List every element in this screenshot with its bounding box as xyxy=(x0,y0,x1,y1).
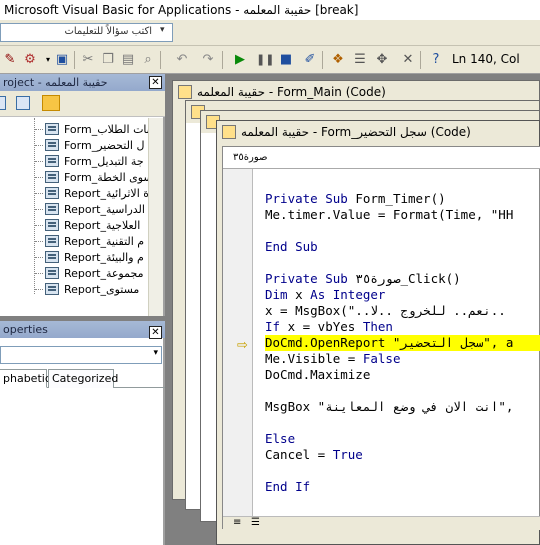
cut-icon[interactable]: ✂ xyxy=(80,52,96,68)
toolbox-icon[interactable]: ✕ xyxy=(400,52,416,68)
chevron-down-icon: ▾ xyxy=(153,348,158,358)
insert-icon[interactable]: ⚙ xyxy=(22,52,38,68)
procedure-view-icon[interactable]: ≡ xyxy=(233,517,241,528)
properties-grid xyxy=(0,389,163,545)
object-browser-icon[interactable]: ✥ xyxy=(374,52,390,68)
close-project-pane-icon[interactable]: ✕ xyxy=(149,76,162,89)
project-tree: Form_بات الطلاب Form_ل التحضير Form_جة ا… xyxy=(0,118,148,316)
save-icon[interactable]: ▣ xyxy=(54,52,70,68)
properties-pane-title: operties xyxy=(0,321,165,338)
view-object-icon[interactable] xyxy=(16,96,30,110)
tree-item-report[interactable]: Report_العلاجية xyxy=(0,218,148,233)
code-horizontal-scrollbar[interactable]: ≡ ☰ xyxy=(223,516,540,530)
cursor-position: Ln 140, Col xyxy=(452,52,520,66)
code-line: Private Sub صورة٣٥_Click() xyxy=(265,271,461,286)
tab-categorized[interactable]: Categorized xyxy=(48,369,118,388)
redo-icon[interactable]: ↷ xyxy=(200,52,216,68)
project-pane-toolbar xyxy=(0,91,165,117)
tree-item-form[interactable]: Form_سوى الخطة xyxy=(0,170,148,185)
paste-icon[interactable]: ▤ xyxy=(120,52,136,68)
code-line: Cancel = True xyxy=(265,447,363,462)
execution-arrow-icon: ⇨ xyxy=(237,338,248,353)
object-dropdown[interactable]: ▾ xyxy=(0,346,162,364)
code-line: If x = vbYes Then xyxy=(265,319,393,334)
design-mode-icon[interactable]: ✐ xyxy=(302,52,318,68)
object-combo[interactable]: صورة٣٥ xyxy=(223,147,540,169)
help-icon[interactable]: ? xyxy=(428,52,444,68)
undo-icon[interactable]: ↶ xyxy=(174,52,190,68)
find-icon[interactable]: ⌕ xyxy=(140,52,156,68)
tree-item-report[interactable]: Report_م التقنية xyxy=(0,234,148,249)
code-line: Else xyxy=(265,431,296,446)
close-properties-pane-icon[interactable]: ✕ xyxy=(149,326,162,339)
tab-alphabetic[interactable]: phabetic xyxy=(0,369,51,388)
run-icon[interactable]: ▶ xyxy=(232,52,248,68)
tree-item-form[interactable]: Form_جة التبديل xyxy=(0,154,148,169)
code-line: Me.timer.Value = Format(Time, "HH xyxy=(265,207,514,222)
properties-pane: operties ✕ ▾ phabetic Categorized xyxy=(0,321,165,545)
code-line: x = MsgBox("..نعم.. للخروج ..لا.. xyxy=(265,303,506,318)
view-code-icon[interactable] xyxy=(0,96,6,110)
ask-question-box[interactable]: اكتب سؤالاً للتعليمات xyxy=(0,23,173,42)
tree-item-report[interactable]: Report_مستوى xyxy=(0,282,148,297)
toggle-folders-icon[interactable] xyxy=(42,95,60,111)
tree-item-form[interactable]: Form_ل التحضير xyxy=(0,138,148,153)
tree-item-report[interactable]: Report_ة الاثرائية xyxy=(0,186,148,201)
copy-icon[interactable]: ❐ xyxy=(100,52,116,68)
tree-item-form[interactable]: Form_بات الطلاب xyxy=(0,122,148,137)
module-icon xyxy=(222,125,236,139)
code-line: DoCmd.Maximize xyxy=(265,367,371,382)
project-pane-title: roject - حقيبة المعلمه xyxy=(0,74,165,91)
tree-item-report[interactable]: Report_الدراسية xyxy=(0,202,148,217)
project-explorer-pane: roject - حقيبة المعلمه ✕ Form_بات الطلاب… xyxy=(0,74,165,316)
window-title: Microsoft Visual Basic for Applications … xyxy=(0,0,540,20)
break-icon[interactable]: ❚❚ xyxy=(256,52,274,68)
code-editor[interactable]: صورة٣٥ ⇨ Private Sub Form_Timer() Me.tim… xyxy=(222,146,540,530)
ask-dropdown-icon[interactable]: ▾ xyxy=(160,25,165,35)
code-line: MsgBox "انت الان في وضع المعاينة", xyxy=(265,399,514,414)
code-line: Me.Visible = False xyxy=(265,351,401,366)
code-line: Dim x As Integer xyxy=(265,287,386,302)
code-margin: ⇨ xyxy=(223,169,253,516)
code-window-active-title: حقيبة المعلمه - Form_سجل التحضير (Code) xyxy=(241,125,471,139)
tree-item-report[interactable]: Report_م والبيئة xyxy=(0,250,148,265)
code-line: End Sub xyxy=(265,239,318,254)
project-explorer-icon[interactable]: ❖ xyxy=(330,52,346,68)
code-line: End If xyxy=(265,479,311,494)
full-module-view-icon[interactable]: ☰ xyxy=(251,517,260,528)
code-line: Private Sub Form_Timer() xyxy=(265,191,446,206)
project-tree-scrollbar[interactable] xyxy=(148,118,163,316)
tree-item-report[interactable]: Report_مجموعة xyxy=(0,266,148,281)
reset-icon[interactable]: ■ xyxy=(278,52,294,68)
properties-icon[interactable]: ☰ xyxy=(352,52,368,68)
properties-tabs: phabetic Categorized xyxy=(0,368,165,388)
edit-icon[interactable]: ✎ xyxy=(2,52,18,68)
module-icon xyxy=(178,85,192,99)
code-line-current: DoCmd.OpenReport "سجل التحضير", a xyxy=(265,335,540,351)
